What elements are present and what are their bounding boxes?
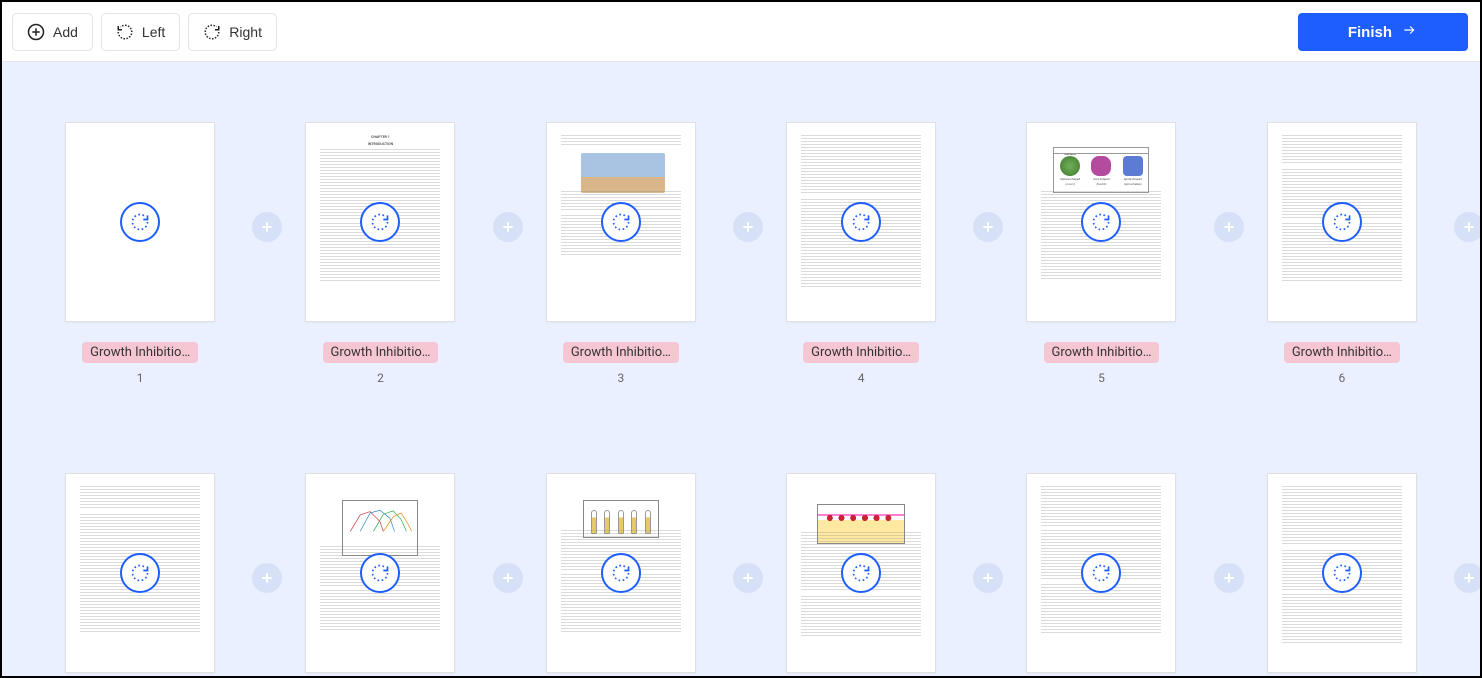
page-thumbnail[interactable] [546, 122, 696, 322]
thumbnail-rotate-button[interactable] [1322, 202, 1362, 242]
page-number: 1 [82, 371, 198, 385]
finish-button[interactable]: Finish [1298, 13, 1468, 51]
page-number: 4 [803, 371, 919, 385]
insert-page-button[interactable] [1454, 563, 1480, 593]
rotate-cw-icon [203, 23, 221, 41]
doc-name-badge: Growth Inhibitio… [563, 342, 679, 363]
thumbnail-rotate-button[interactable] [1081, 202, 1121, 242]
page-thumbnail[interactable] [786, 122, 936, 322]
rotate-ccw-icon [116, 23, 134, 41]
page-thumbnail[interactable]: CHAPTER 1 INTRODUCTION [305, 122, 455, 322]
thumbnail-rotate-button[interactable] [601, 202, 641, 242]
doc-name-badge: Growth Inhibitio… [1044, 342, 1160, 363]
page-slot [20, 473, 260, 676]
rotate-left-label: Left [142, 24, 165, 40]
arrow-right-icon [1400, 23, 1418, 41]
page-thumbnail[interactable] [1267, 473, 1417, 673]
thumbnail-rotate-button[interactable] [360, 553, 400, 593]
page-caption: Growth Inhibitio… 1 [82, 342, 198, 385]
add-button[interactable]: Add [12, 13, 93, 51]
page-slot: Growth Inhibitio… 4 [741, 122, 981, 413]
page-slot [1222, 473, 1462, 676]
thumbnail-rotate-button[interactable] [1081, 553, 1121, 593]
finish-label: Finish [1348, 24, 1392, 41]
thumbnail-rotate-button[interactable] [360, 202, 400, 242]
page-slot [981, 473, 1221, 676]
page-slot: Growth Inhibitio… 1 [20, 122, 260, 413]
pages-grid-row-1: Growth Inhibitio… 1 CHAPTER 1 INTRODUCTI… [20, 122, 1462, 413]
page-number: 5 [1044, 371, 1160, 385]
rotate-right-button[interactable]: Right [188, 13, 277, 51]
page-slot: Bacteria Sphere-shaped(cocci) Rod-shaped… [981, 122, 1221, 413]
pages-grid-row-2 [20, 473, 1462, 676]
rotate-right-label: Right [229, 24, 262, 40]
page-thumbnail[interactable] [65, 473, 215, 673]
add-label: Add [53, 24, 78, 40]
page-thumbnail[interactable]: Bacteria Sphere-shaped(cocci) Rod-shaped… [1026, 122, 1176, 322]
page-thumbnail[interactable] [546, 473, 696, 673]
toolbar: Add Left Right Finish [2, 2, 1480, 62]
doc-name-badge: Growth Inhibitio… [323, 342, 439, 363]
page-thumbnail[interactable] [305, 473, 455, 673]
doc-name-badge: Growth Inhibitio… [82, 342, 198, 363]
page-thumbnail[interactable] [786, 473, 936, 673]
page-slot [741, 473, 981, 676]
thumbnail-rotate-button[interactable] [841, 202, 881, 242]
page-caption: Growth Inhibitio… 5 [1044, 342, 1160, 385]
page-slot: CHAPTER 1 INTRODUCTION Growth Inhibitio…… [260, 122, 500, 413]
rotate-left-button[interactable]: Left [101, 13, 180, 51]
page-slot: Growth Inhibitio… 3 [501, 122, 741, 413]
thumbnail-rotate-button[interactable] [841, 553, 881, 593]
thumbnail-rotate-button[interactable] [601, 553, 641, 593]
thumbnail-rotate-button[interactable] [1322, 553, 1362, 593]
doc-name-badge: Growth Inhibitio… [803, 342, 919, 363]
insert-page-button[interactable] [1454, 212, 1480, 242]
page-number: 2 [323, 371, 439, 385]
page-thumbnail[interactable] [65, 122, 215, 322]
page-caption: Growth Inhibitio… 6 [1284, 342, 1400, 385]
page-number: 6 [1284, 371, 1400, 385]
thumbnail-rotate-button[interactable] [120, 553, 160, 593]
page-caption: Growth Inhibitio… 4 [803, 342, 919, 385]
page-thumbnail[interactable] [1267, 122, 1417, 322]
page-caption: Growth Inhibitio… 3 [563, 342, 679, 385]
plus-circle-icon [27, 23, 45, 41]
page-slot [501, 473, 741, 676]
page-slot: Growth Inhibitio… 6 [1222, 122, 1462, 413]
page-thumbnail[interactable] [1026, 473, 1176, 673]
page-number: 3 [563, 371, 679, 385]
content-area: Growth Inhibitio… 1 CHAPTER 1 INTRODUCTI… [2, 62, 1480, 676]
page-caption: Growth Inhibitio… 2 [323, 342, 439, 385]
page-slot [260, 473, 500, 676]
thumbnail-rotate-button[interactable] [120, 202, 160, 242]
doc-name-badge: Growth Inhibitio… [1284, 342, 1400, 363]
app-frame: Add Left Right Finish [0, 0, 1482, 678]
